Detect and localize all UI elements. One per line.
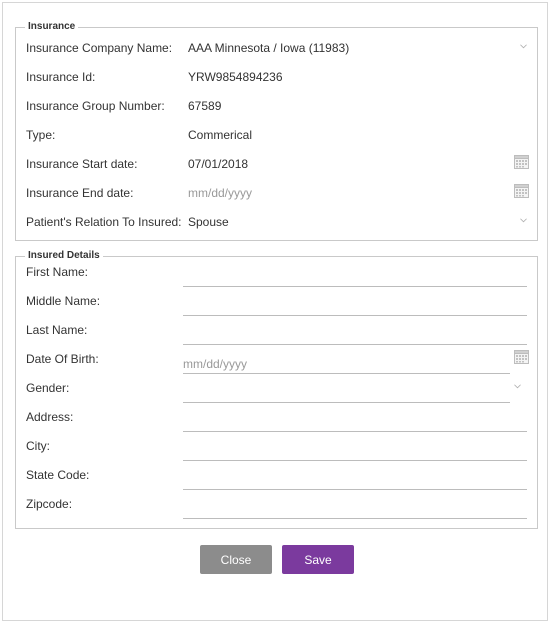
- insurance-start-date-value: 07/01/2018: [188, 157, 249, 171]
- first-name-label: First Name:: [26, 265, 89, 279]
- middle-name-input[interactable]: [183, 287, 527, 316]
- first-name-row: First Name:: [16, 258, 537, 287]
- insurance-end-date-placeholder: mm/dd/yyyy: [188, 186, 253, 200]
- zipcode-row: Zipcode:: [16, 490, 537, 519]
- insurance-company-label: Insurance Company Name:: [26, 41, 173, 55]
- gender-row: Gender:: [16, 374, 537, 403]
- insured-details-section: Insured Details First Name: Middle Name:…: [15, 249, 538, 529]
- insurance-type-field[interactable]: Type: Commerical: [16, 121, 537, 150]
- insurance-company-value: AAA Minnesota / Iowa (11983): [188, 41, 350, 55]
- calendar-icon[interactable]: [514, 350, 529, 364]
- date-of-birth-label: Date Of Birth:: [26, 352, 99, 366]
- chevron-down-icon[interactable]: [520, 43, 527, 50]
- middle-name-label: Middle Name:: [26, 294, 101, 308]
- insurance-end-date-label: Insurance End date:: [26, 186, 134, 200]
- patient-relation-value: Spouse: [188, 215, 229, 229]
- gender-label: Gender:: [26, 381, 70, 395]
- insurance-end-date-field[interactable]: Insurance End date: mm/dd/yyyy: [16, 179, 537, 208]
- date-of-birth-input[interactable]: [183, 345, 510, 374]
- insurance-group-number-field[interactable]: Insurance Group Number: 67589: [16, 92, 537, 121]
- zipcode-input[interactable]: [183, 490, 527, 519]
- insurance-type-label: Type:: [26, 128, 56, 142]
- calendar-icon[interactable]: [514, 155, 529, 169]
- state-code-label: State Code:: [26, 468, 90, 482]
- city-input[interactable]: [183, 432, 527, 461]
- middle-name-row: Middle Name:: [16, 287, 537, 316]
- gender-select[interactable]: [183, 374, 510, 403]
- state-code-row: State Code:: [16, 461, 537, 490]
- insurance-id-label: Insurance Id:: [26, 70, 96, 84]
- last-name-label: Last Name:: [26, 323, 88, 337]
- address-row: Address:: [16, 403, 537, 432]
- insurance-group-number-value: 67589: [188, 99, 222, 113]
- date-of-birth-row: Date Of Birth:: [16, 345, 537, 374]
- insurance-section: Insurance Insurance Company Name: AAA Mi…: [15, 20, 538, 241]
- patient-relation-label: Patient's Relation To Insured:: [26, 215, 182, 229]
- address-input[interactable]: [183, 403, 527, 432]
- insurance-id-value: YRW9854894236: [188, 70, 283, 84]
- first-name-input[interactable]: [183, 258, 527, 287]
- chevron-down-icon[interactable]: [514, 383, 521, 390]
- insurance-group-number-label: Insurance Group Number:: [26, 99, 165, 113]
- insurance-start-date-label: Insurance Start date:: [26, 157, 138, 171]
- city-label: City:: [26, 439, 50, 453]
- insurance-legend: Insurance: [25, 20, 79, 34]
- zipcode-label: Zipcode:: [26, 497, 73, 511]
- last-name-input[interactable]: [183, 316, 527, 345]
- insurance-company-select[interactable]: Insurance Company Name: AAA Minnesota / …: [16, 34, 537, 63]
- insurance-dialog: Insurance Insurance Company Name: AAA Mi…: [2, 2, 548, 621]
- insurance-type-value: Commerical: [188, 128, 253, 142]
- calendar-icon[interactable]: [514, 184, 529, 198]
- chevron-down-icon[interactable]: [520, 217, 527, 224]
- state-code-input[interactable]: [183, 461, 527, 490]
- save-button[interactable]: Save: [282, 545, 354, 574]
- insurance-id-field[interactable]: Insurance Id: YRW9854894236: [16, 63, 537, 92]
- last-name-row: Last Name:: [16, 316, 537, 345]
- close-button[interactable]: Close: [200, 545, 272, 574]
- patient-relation-select[interactable]: Patient's Relation To Insured: Spouse: [16, 208, 537, 237]
- insurance-start-date-field[interactable]: Insurance Start date: 07/01/2018: [16, 150, 537, 179]
- city-row: City:: [16, 432, 537, 461]
- address-label: Address:: [26, 410, 74, 424]
